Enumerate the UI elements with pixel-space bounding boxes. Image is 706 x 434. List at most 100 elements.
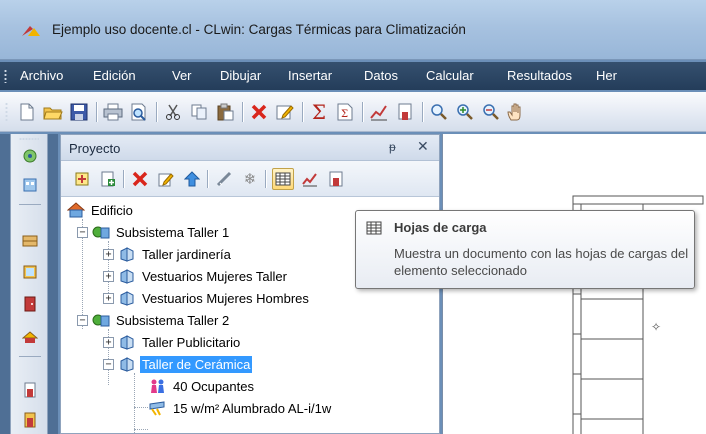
tree-label: Edificio [91,202,133,218]
climate-icon[interactable]: ❄ [239,168,261,190]
app-icon [22,26,40,36]
tree-label: Taller Publicitario [142,334,241,350]
building-icon [67,201,85,219]
menu-herramientas[interactable]: Her [596,68,617,83]
room-icon [118,245,136,263]
tree-connector [134,407,148,408]
new-file-icon[interactable] [16,101,38,123]
tree-item-subsystem-1[interactable]: − Subsistema Taller 1 [77,221,231,243]
delete-element-icon[interactable] [129,168,151,190]
zoom-out-icon[interactable] [480,101,502,123]
pan-hand-icon[interactable] [504,101,526,123]
menu-calcular[interactable]: Calcular [426,68,474,83]
subsystem-icon [92,223,110,241]
tree-item-room[interactable]: + Vestuarios Mujeres Hombres [103,287,311,309]
title-bar: Ejemplo uso docente.cl - CLwin: Cargas T… [0,0,706,60]
wall-tool-icon[interactable] [20,230,40,250]
tree-expander[interactable]: + [103,270,114,282]
print-icon[interactable] [102,101,124,123]
building-tool-icon[interactable] [20,174,40,194]
edit-element-icon[interactable] [155,168,177,190]
tree-expander[interactable]: + [103,248,114,260]
tree-item-room[interactable]: + Vestuarios Mujeres Taller [103,265,289,287]
roof-tool-icon[interactable] [20,326,40,346]
room-icon [118,267,136,285]
add-element-icon[interactable] [71,168,93,190]
tree-item-lighting[interactable]: 15 w/m² Alumbrado AL-i/1w [149,397,333,419]
tree-item-room[interactable]: + Taller Publicitario [103,331,242,353]
left-tool-strip [0,134,58,434]
left-tool-strip-inner [10,134,48,434]
svg-text:✧: ✧ [651,320,661,334]
load-chart-icon[interactable] [299,168,321,190]
save-icon[interactable] [68,101,90,123]
room-icon [118,289,136,307]
main-toolbar: Σ Σ [0,92,706,132]
tree-item-room[interactable]: + Taller jardinería [103,243,233,265]
menu-bar: Archivo Edición Ver Dibujar Insertar Dat… [0,62,706,90]
door-tool-icon[interactable] [20,294,40,314]
tree-expander[interactable]: − [77,226,88,238]
menu-insertar[interactable]: Insertar [288,68,332,83]
delete-icon[interactable] [248,101,270,123]
toolbar-separator [362,102,363,122]
vstrip-separator [19,356,41,357]
edit-icon[interactable] [274,101,296,123]
toolbar-separator [156,102,157,122]
window-title: Ejemplo uso docente.cl - CLwin: Cargas T… [52,22,466,37]
project-panel-title: Proyecto [69,141,121,156]
tree-label: Taller jardinería [142,246,231,262]
menu-resultados[interactable]: Resultados [507,68,572,83]
tree-expander[interactable]: − [103,358,114,370]
cut-icon[interactable] [162,101,184,123]
toolbar-grip[interactable] [5,102,8,122]
zoom-icon[interactable] [428,101,450,123]
print-preview-icon[interactable] [128,101,150,123]
menu-datos[interactable]: Datos [364,68,398,83]
report-icon[interactable] [325,168,347,190]
locate-tool-icon[interactable] [20,146,40,166]
panel-toolbar-separator [123,170,124,188]
tree-expander[interactable]: − [77,314,88,326]
vstrip-grip[interactable] [19,137,39,140]
lighting-icon [149,399,167,417]
sum-icon[interactable]: Σ [308,100,330,124]
menubar-grip[interactable] [4,69,7,83]
tree-item-room-selected[interactable]: − Taller de Cerámica [103,353,253,375]
room-icon [118,355,136,373]
report-icon[interactable] [394,101,416,123]
window-tool-icon[interactable] [20,262,40,282]
svg-text:Σ: Σ [341,109,348,120]
open-folder-icon[interactable] [42,101,64,123]
tree-connector [134,373,135,433]
tree-item-occupants[interactable]: 40 Ocupantes [149,375,256,397]
panel-toolbar-separator [207,170,208,188]
tooltip-description: Muestra un documento con las hojas de ca… [394,246,689,278]
menu-edicion[interactable]: Edición [93,68,136,83]
toolbar-separator [242,102,243,122]
tree-expander[interactable]: + [103,292,114,304]
page-tool-icon[interactable] [20,410,40,430]
add-child-icon[interactable] [97,168,119,190]
calc-document-icon[interactable]: Σ [334,101,356,123]
menu-dibujar[interactable]: Dibujar [220,68,261,83]
tree-item-edificio[interactable]: Edificio [67,199,135,221]
paste-icon[interactable] [214,101,236,123]
tree-label: 15 w/m² Alumbrado AL-i/1w [173,400,332,416]
menu-ver[interactable]: Ver [172,68,192,83]
close-icon[interactable]: ✕ [417,138,429,155]
load-sheets-button[interactable] [272,168,294,190]
tree-label: 40 Ocupantes [173,378,254,394]
zoom-in-icon[interactable] [454,101,476,123]
move-up-icon[interactable] [181,168,203,190]
tree-label: Taller de Cerámica [140,355,253,373]
tree-connector [134,429,148,430]
load-chart-icon[interactable] [368,101,390,123]
tree-item-subsystem-2[interactable]: − Subsistema Taller 2 [77,309,231,331]
menu-archivo[interactable]: Archivo [20,68,63,83]
measure-icon[interactable] [213,168,235,190]
report-tool-icon[interactable] [20,380,40,400]
copy-icon[interactable] [188,101,210,123]
tree-expander[interactable]: + [103,336,114,348]
pin-icon[interactable]: ᵽ [389,140,396,154]
